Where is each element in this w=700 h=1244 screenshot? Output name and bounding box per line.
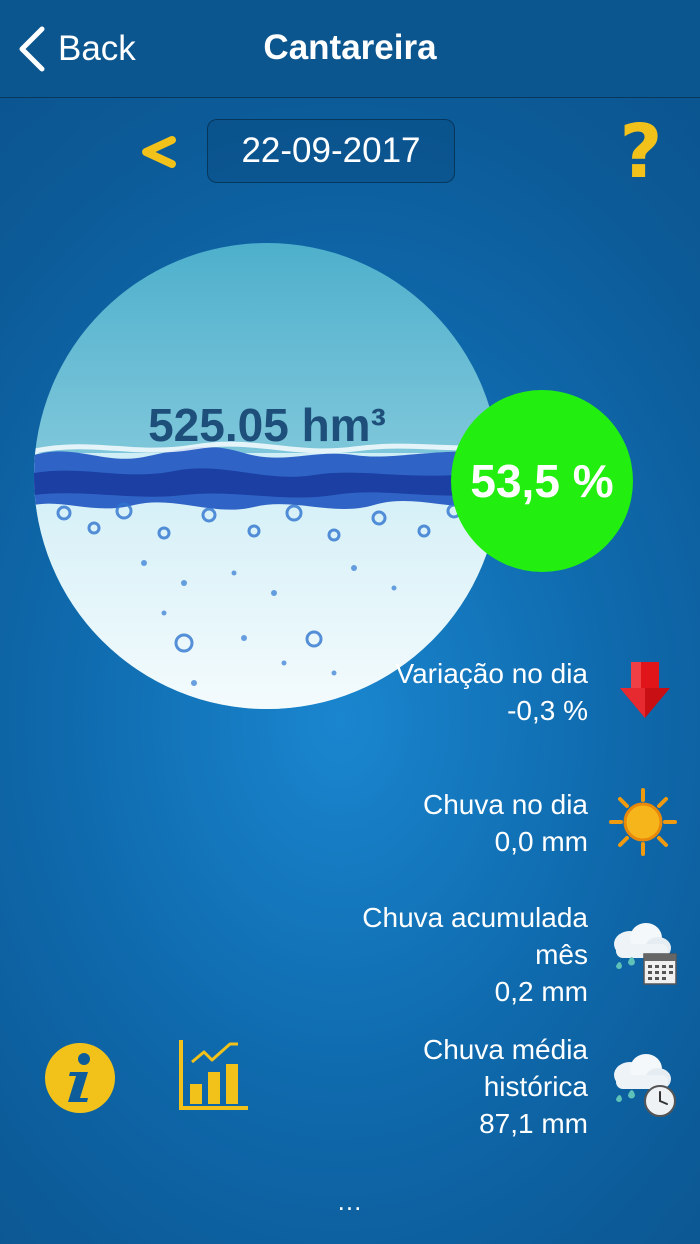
info-icon[interactable] xyxy=(44,1042,116,1114)
variation-stat: Variação no dia -0,3 % xyxy=(396,655,589,729)
rain-day-value: 0,0 mm xyxy=(494,826,588,857)
sun-icon xyxy=(609,788,677,856)
prev-date-icon xyxy=(142,136,176,168)
rain-month-value: 0,2 mm xyxy=(494,976,588,1007)
rain-month-label-line1: Chuva acumulada xyxy=(362,902,588,933)
rain-average-stat: Chuva média histórica 87,1 mm xyxy=(423,1031,588,1142)
storage-percent-badge: 53,5 % xyxy=(451,390,633,572)
rain-average-label-line1: Chuva média xyxy=(423,1034,588,1065)
rain-month-stat: Chuva acumulada mês 0,2 mm xyxy=(362,899,588,1010)
chart-icon[interactable] xyxy=(178,1038,250,1112)
navigation-bar: Back Cantareira xyxy=(0,0,700,98)
variation-value: -0,3 % xyxy=(507,695,588,726)
more-indicator[interactable]: ... xyxy=(0,1186,700,1217)
reservoir-water-graphic xyxy=(34,243,500,709)
volume-value: 525.05 hm³ xyxy=(148,399,386,451)
down-arrow-icon xyxy=(620,662,670,718)
help-icon[interactable]: ? xyxy=(612,115,670,189)
variation-label: Variação no dia xyxy=(395,658,589,689)
rain-calendar-icon xyxy=(614,923,677,985)
rain-average-value: 87,1 mm xyxy=(479,1108,588,1139)
previous-date-button[interactable] xyxy=(138,130,180,174)
rain-month-label-line2: mês xyxy=(535,939,588,970)
rain-day-label: Chuva no dia xyxy=(422,789,588,820)
date-field[interactable]: 22-09-2017 xyxy=(207,119,455,183)
rain-day-stat: Chuva no dia 0,0 mm xyxy=(423,786,588,860)
page-title: Cantareira xyxy=(263,28,437,67)
rain-average-label-line2: histórica xyxy=(483,1071,588,1102)
rain-clock-icon xyxy=(614,1054,676,1117)
